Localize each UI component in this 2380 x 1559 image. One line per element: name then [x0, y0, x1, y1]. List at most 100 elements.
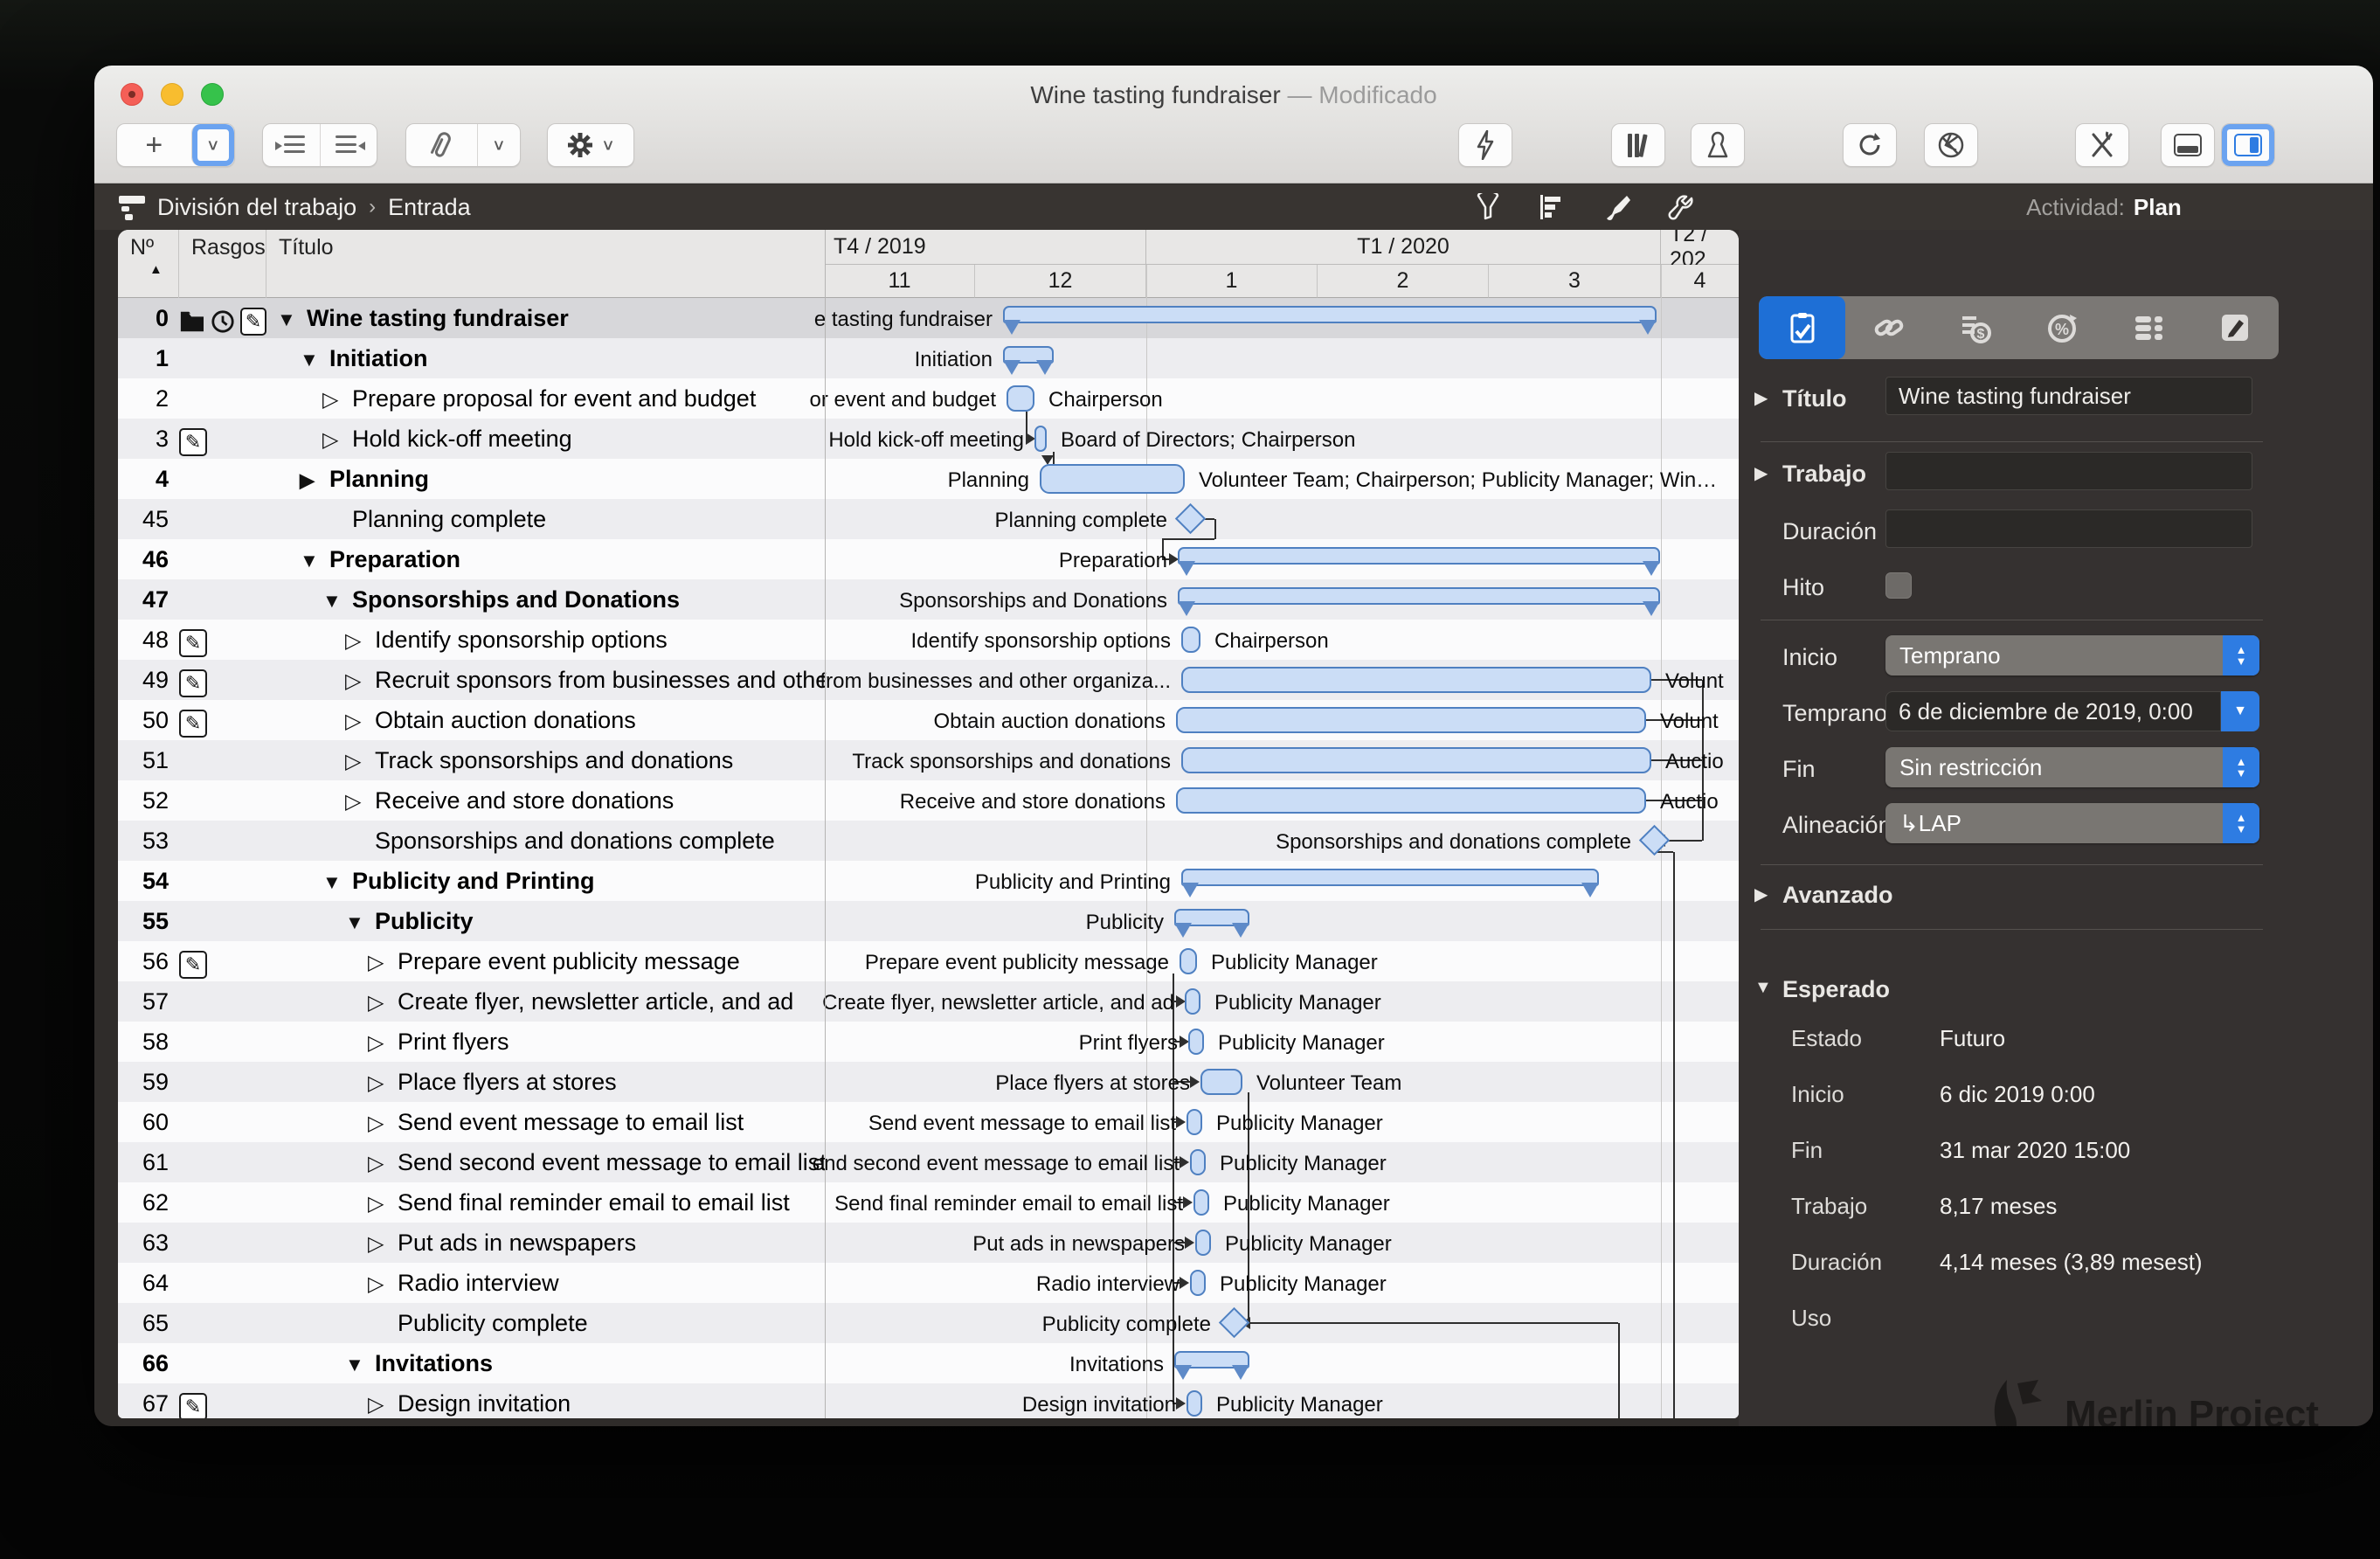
table-row[interactable]: 48 ✎ ▷ Identify sponsorship options Identify…: [118, 620, 1739, 660]
gantt-task-bar[interactable]: [1190, 1270, 1206, 1296]
table-row[interactable]: 3 ✎ ▷ Hold kick-off meeting Hold kick-off me…: [118, 419, 1739, 459]
disclosure-triangle-icon[interactable]: ▷: [345, 749, 375, 774]
table-row[interactable]: 62 ▷ Send final reminder email to email li…: [118, 1182, 1739, 1223]
inspector-tab-columns[interactable]: [2106, 296, 2192, 359]
add-dropdown[interactable]: ∨: [190, 124, 234, 166]
filter-icon[interactable]: [1475, 193, 1501, 221]
disclosure-icon[interactable]: ▶: [1754, 462, 1768, 484]
table-row[interactable]: 1 ▼ Initiation Initiation: [118, 338, 1739, 378]
style-brush-icon[interactable]: [1602, 193, 1630, 221]
disclosure-triangle-icon[interactable]: ▷: [368, 1392, 398, 1417]
disclosure-triangle-icon[interactable]: ▷: [368, 1111, 398, 1136]
gantt-summary-bar[interactable]: [1181, 869, 1599, 897]
toggle-right-panel[interactable]: [2221, 123, 2275, 167]
disclosure-triangle-icon[interactable]: ▷: [322, 427, 352, 453]
table-row[interactable]: 67 ✎ ▷ Design invitation Design invitation Pu…: [118, 1383, 1739, 1418]
breadcrumb-view[interactable]: División del trabajo: [157, 194, 356, 221]
table-row[interactable]: 63 ▷ Put ads in newspapers Put ads in newsp…: [118, 1223, 1739, 1263]
timeline-month-header[interactable]: 12: [975, 265, 1146, 298]
gantt-task-bar[interactable]: [1185, 988, 1200, 1015]
gantt-summary-bar[interactable]: [1003, 306, 1657, 335]
duracion-input[interactable]: [1885, 509, 2252, 548]
gantt-summary-bar[interactable]: [1178, 547, 1660, 576]
gantt-task-bar[interactable]: [1188, 1029, 1204, 1055]
column-header-titulo[interactable]: Título: [266, 230, 825, 298]
gantt-summary-bar[interactable]: [1003, 346, 1054, 375]
disclosure-triangle-icon[interactable]: ▷: [345, 709, 375, 734]
gantt-task-bar[interactable]: [1187, 1390, 1202, 1417]
alineacion-select[interactable]: ↳LAP ▲ ▼: [1885, 803, 2259, 843]
trabajo-input[interactable]: [1885, 452, 2252, 490]
disclosure-triangle-icon[interactable]: ▼: [277, 308, 307, 331]
tools-button[interactable]: [2075, 123, 2129, 167]
disclosure-triangle-icon[interactable]: ▶: [300, 469, 329, 492]
table-row[interactable]: 55 ▼ Publicity Publicity: [118, 901, 1739, 941]
sync-button[interactable]: [1843, 123, 1897, 167]
column-header-rasgos[interactable]: Rasgos: [179, 230, 266, 298]
gantt-task-bar[interactable]: [1007, 385, 1034, 412]
inspector-tab-time[interactable]: %: [2019, 296, 2106, 359]
titulo-input[interactable]: Wine tasting fundraiser: [1885, 377, 2252, 415]
disclosure-triangle-icon[interactable]: ▷: [368, 950, 398, 975]
table-row[interactable]: 61 ▷ Send second event message to email li…: [118, 1142, 1739, 1182]
table-gantt-divider[interactable]: [825, 230, 826, 1418]
table-row[interactable]: 59 ▷ Place flyers at stores Place flyers at…: [118, 1062, 1739, 1102]
gantt-task-bar[interactable]: [1181, 667, 1651, 693]
disclosure-triangle-icon[interactable]: ▷: [322, 387, 352, 412]
gantt-summary-bar[interactable]: [1174, 909, 1249, 938]
table-row[interactable]: 4 ▶ Planning Planning Volunteer Team; Chairp…: [118, 459, 1739, 499]
breadcrumb-section[interactable]: Entrada: [388, 194, 471, 221]
disclosure-triangle-icon[interactable]: ▷: [368, 990, 398, 1015]
gantt-task-bar[interactable]: [1187, 1109, 1202, 1135]
gantt-summary-bar[interactable]: [1174, 1351, 1249, 1380]
timeline-quarter-header[interactable]: T2 / 202: [1661, 230, 1739, 272]
resources-button[interactable]: [1691, 123, 1745, 167]
disclosure-icon[interactable]: ▶: [1754, 883, 1768, 905]
timeline-month-header[interactable]: 4: [1661, 265, 1739, 298]
hito-checkbox[interactable]: [1885, 572, 1912, 599]
timeline-month-header[interactable]: 2: [1318, 265, 1489, 298]
disclosure-triangle-icon[interactable]: ▷: [345, 789, 375, 814]
gantt-task-bar[interactable]: [1176, 707, 1646, 733]
disclosure-triangle-icon[interactable]: ▼: [345, 1354, 375, 1376]
table-row[interactable]: 0 ✎ ▼ Wine tasting fundraiser e tasting fund…: [118, 298, 1739, 338]
timeline-month-header[interactable]: 1: [1146, 265, 1318, 298]
wrench-icon[interactable]: [1667, 193, 1695, 221]
timeline-quarter-header[interactable]: T1 / 2020: [1146, 230, 1661, 265]
gantt-task-bar[interactable]: [1180, 948, 1197, 974]
gantt-task-bar[interactable]: [1193, 1189, 1209, 1216]
table-row[interactable]: 64 ▷ Radio interview Radio interview Publici…: [118, 1263, 1739, 1303]
disclosure-icon[interactable]: ▶: [1754, 387, 1768, 409]
gantt-summary-bar[interactable]: [1178, 587, 1660, 616]
disclosure-triangle-icon[interactable]: ▷: [368, 1191, 398, 1216]
disclosure-triangle-icon[interactable]: ▼: [300, 550, 329, 572]
table-row[interactable]: 46 ▼ Preparation Preparation: [118, 539, 1739, 579]
outdent-button[interactable]: [320, 124, 377, 166]
table-row[interactable]: 54 ▼ Publicity and Printing Publicity and P…: [118, 861, 1739, 901]
disclosure-triangle-icon[interactable]: ▷: [368, 1271, 398, 1297]
table-row[interactable]: 66 ▼ Invitations Invitations: [118, 1343, 1739, 1383]
disclosure-triangle-icon[interactable]: ▼: [322, 871, 352, 894]
table-row[interactable]: 60 ▷ Send event message to email list Send …: [118, 1102, 1739, 1142]
table-row[interactable]: 49 ✎ ▷ Recruit sponsors from businesses and…: [118, 660, 1739, 700]
gantt-task-bar[interactable]: [1181, 627, 1200, 653]
fin-select[interactable]: Sin restricción ▲ ▼: [1885, 747, 2259, 787]
gantt-task-bar[interactable]: [1200, 1069, 1242, 1095]
table-row[interactable]: 47 ▼ Sponsorships and Donations Sponsorship…: [118, 579, 1739, 620]
indent-button[interactable]: [263, 124, 320, 166]
disclosure-icon[interactable]: ▼: [1754, 978, 1772, 998]
library-button[interactable]: [1611, 123, 1665, 167]
gantt-task-bar[interactable]: [1040, 464, 1185, 494]
timeline-month-header[interactable]: 11: [825, 265, 975, 298]
gantt-task-bar[interactable]: [1034, 426, 1047, 452]
disclosure-triangle-icon[interactable]: ▷: [368, 1030, 398, 1056]
table-row[interactable]: 45 Planning complete Planning complete: [118, 499, 1739, 539]
inspector-tab-links[interactable]: [1845, 296, 1932, 359]
activity-button[interactable]: [1458, 123, 1512, 167]
gantt-milestone-diamond[interactable]: [1174, 502, 1207, 535]
inspector-tab-cost[interactable]: $: [1932, 296, 2018, 359]
table-row[interactable]: 52 ▷ Receive and store donations Receive an…: [118, 780, 1739, 821]
disclosure-triangle-icon[interactable]: ▷: [368, 1071, 398, 1096]
timeline-quarter-header[interactable]: T4 / 2019: [825, 230, 1146, 265]
disclosure-triangle-icon[interactable]: ▼: [322, 590, 352, 613]
